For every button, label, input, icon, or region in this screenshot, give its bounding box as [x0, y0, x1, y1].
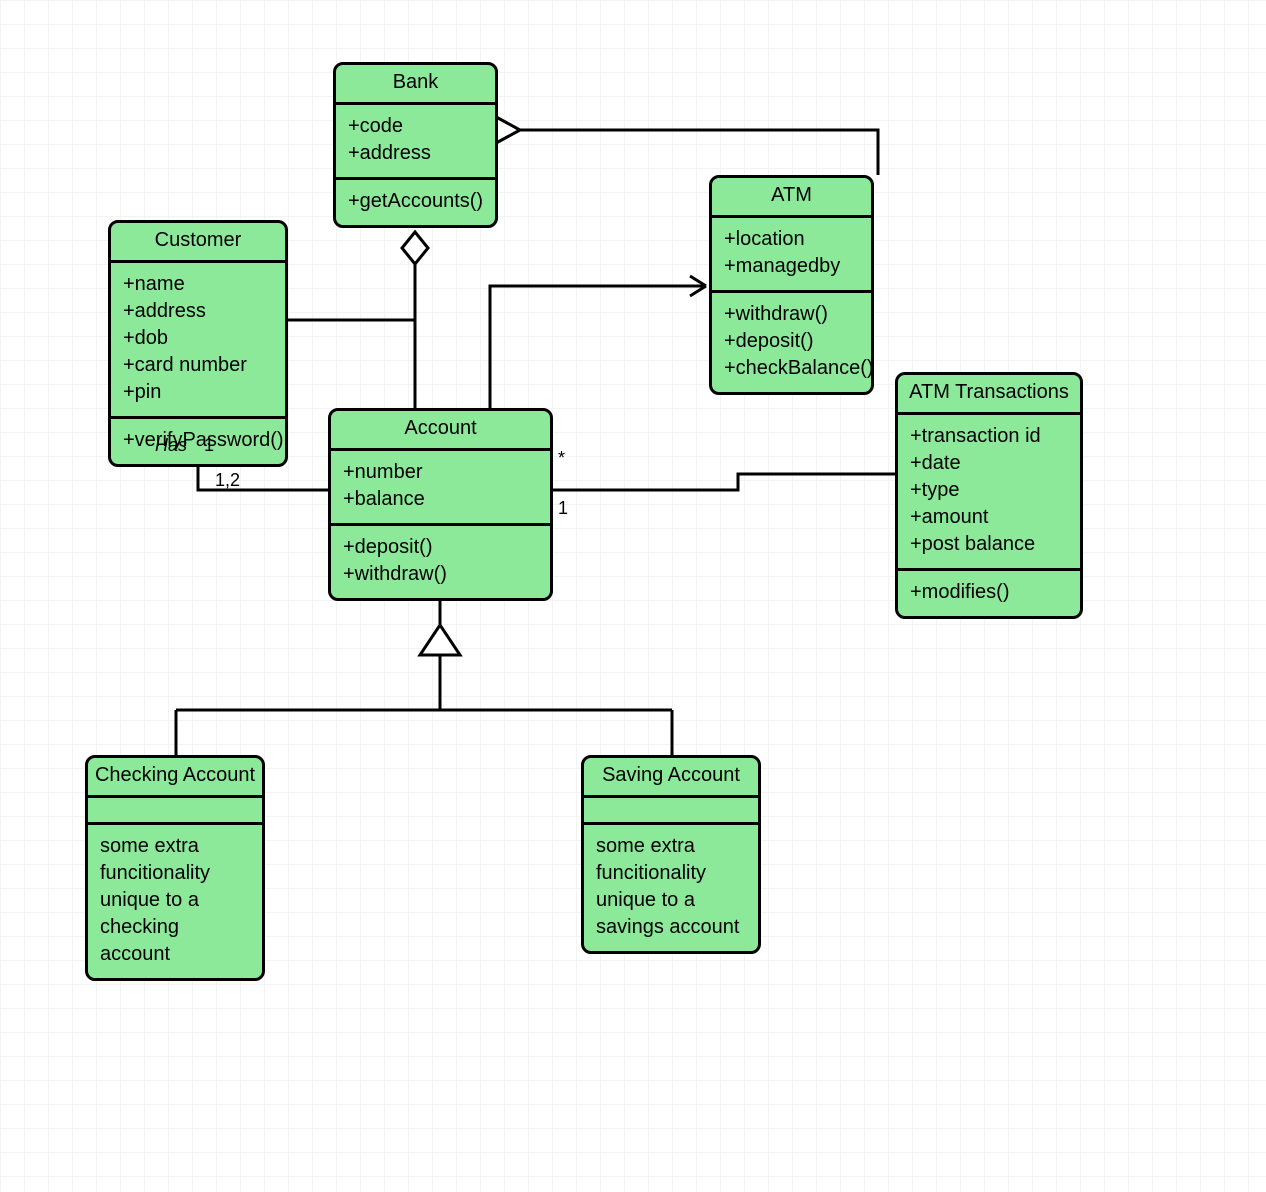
- class-ops: +verifyPassword(): [111, 419, 285, 464]
- class-ops: some extra funcitionality unique to a ch…: [88, 825, 262, 978]
- class-title: Bank: [336, 65, 495, 105]
- class-attrs: +code +address: [336, 105, 495, 180]
- assoc-label-has: Has: [155, 435, 187, 456]
- class-title: ATM Transactions: [898, 375, 1080, 415]
- multiplicity-1: 1: [204, 435, 214, 456]
- multiplicity-star: *: [558, 448, 565, 469]
- class-bank[interactable]: Bank +code +address +getAccounts(): [333, 62, 498, 228]
- class-customer[interactable]: Customer +name +address +dob +card numbe…: [108, 220, 288, 467]
- multiplicity-1b: 1: [558, 498, 568, 519]
- class-title: Saving Account: [584, 758, 758, 798]
- class-attrs: [88, 798, 262, 825]
- class-attrs: +transaction id +date +type +amount +pos…: [898, 415, 1080, 571]
- class-title: Account: [331, 411, 550, 451]
- class-account[interactable]: Account +number +balance +deposit() +wit…: [328, 408, 553, 601]
- class-attrs: +location +managedby: [712, 218, 871, 293]
- class-checking-account[interactable]: Checking Account some extra funcitionali…: [85, 755, 265, 981]
- class-ops: +deposit() +withdraw(): [331, 526, 550, 598]
- class-ops: +getAccounts(): [336, 180, 495, 225]
- class-title: Customer: [111, 223, 285, 263]
- class-title: ATM: [712, 178, 871, 218]
- uml-class-diagram: Bank +code +address +getAccounts() Custo…: [0, 0, 1266, 1192]
- class-attrs: +name +address +dob +card number +pin: [111, 263, 285, 419]
- class-ops: +withdraw() +deposit() +checkBalance(): [712, 293, 871, 392]
- multiplicity-1-2: 1,2: [215, 470, 240, 491]
- class-atm-transactions[interactable]: ATM Transactions +transaction id +date +…: [895, 372, 1083, 619]
- class-attrs: [584, 798, 758, 825]
- class-saving-account[interactable]: Saving Account some extra funcitionality…: [581, 755, 761, 954]
- class-ops: +modifies(): [898, 571, 1080, 616]
- class-ops: some extra funcitionality unique to a sa…: [584, 825, 758, 951]
- class-title: Checking Account: [88, 758, 262, 798]
- class-atm[interactable]: ATM +location +managedby +withdraw() +de…: [709, 175, 874, 395]
- class-attrs: +number +balance: [331, 451, 550, 526]
